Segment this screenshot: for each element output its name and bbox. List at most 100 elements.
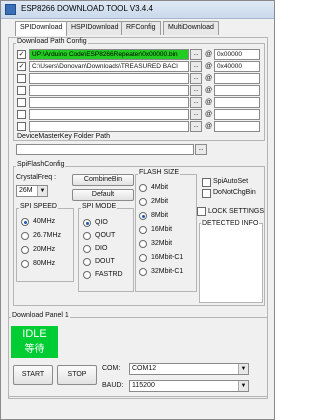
path-row-field[interactable] (29, 121, 189, 132)
stop-button[interactable]: STOP (57, 365, 97, 385)
path-row-browse-button[interactable]: ... (190, 121, 202, 132)
combine-bin-button[interactable]: CombineBin (72, 174, 134, 186)
flash-size-radio[interactable] (139, 268, 147, 276)
tab-spidownload[interactable]: SPIDownload (15, 21, 68, 36)
com-select[interactable]: COM12 ▼ (129, 363, 249, 375)
tab-hspidownload[interactable]: HSPIDownload (66, 21, 124, 35)
spi-mode-radio[interactable] (83, 232, 91, 240)
path-row-checkbox[interactable] (17, 86, 26, 95)
spi-speed-radio[interactable] (21, 260, 29, 268)
spiflash-label: SpiFlashConfig (16, 161, 66, 168)
path-row-address[interactable] (214, 97, 260, 108)
window-title: ESP8266 DOWNLOAD TOOL V3.4.4 (21, 4, 153, 13)
lock-settings-label: LOCK SETTINGS (208, 208, 265, 215)
path-row-browse-button[interactable]: ... (190, 109, 202, 120)
do-not-chg-bin-checkbox[interactable] (202, 189, 211, 198)
flash-size-radio[interactable] (139, 254, 147, 262)
path-row-browse-button[interactable]: ... (190, 97, 202, 108)
spi-mode-radio[interactable] (83, 271, 91, 279)
path-row-address[interactable] (214, 121, 260, 132)
tab-rfconfig[interactable]: RFConfig (121, 21, 161, 35)
spi-mode-radio[interactable] (83, 258, 91, 266)
chevron-down-icon: ▼ (37, 186, 47, 196)
spi-speed-option-label: 80MHz (33, 260, 56, 267)
at-symbol: @ (205, 123, 213, 130)
flash-size-radio[interactable] (139, 212, 147, 220)
spi-mode-option-label: DIO (95, 245, 108, 252)
chevron-down-icon: ▼ (238, 364, 248, 374)
path-row-checkbox[interactable] (17, 98, 26, 107)
flash-size-option-label: 8Mbit (151, 212, 169, 219)
path-row-checkbox[interactable]: ✓ (17, 50, 26, 59)
master-key-label: DeviceMasterKey Folder Path (16, 133, 111, 140)
master-key-field[interactable] (16, 144, 194, 155)
path-row-address[interactable]: 0x40000 (214, 61, 260, 72)
spi-speed-radio[interactable] (21, 246, 29, 254)
status-subtext: 等待 (24, 344, 45, 355)
flash-size-option-label: 32Mbit-C1 (151, 268, 184, 275)
path-row-address[interactable] (214, 73, 260, 84)
path-row-checkbox[interactable]: ✓ (17, 62, 26, 71)
spi-mode-option-label: DOUT (95, 258, 115, 265)
path-row-checkbox[interactable] (17, 122, 26, 131)
spi-mode-option-label: FASTRD (95, 271, 123, 278)
path-row-field[interactable] (29, 85, 189, 96)
spi-mode-option-label: QIO (95, 219, 108, 226)
path-row-browse-button[interactable]: ... (190, 61, 202, 72)
path-row-browse-button[interactable]: ... (190, 85, 202, 96)
path-row-checkbox[interactable] (17, 74, 26, 83)
baud-label: BAUD: (102, 382, 124, 389)
tab-multidownload[interactable]: MultiDownload (163, 21, 219, 35)
start-button[interactable]: START (13, 365, 53, 385)
baud-select[interactable]: 115200 ▼ (129, 380, 249, 392)
default-button[interactable]: Default (72, 189, 134, 201)
at-symbol: @ (205, 87, 213, 94)
spi-speed-option-label: 26.7MHz (33, 232, 62, 239)
crystal-freq-value: 26M (19, 187, 33, 194)
path-row-field[interactable]: C:\Users\Donovan\Downloads\TREASURED BAC… (29, 61, 189, 72)
crystal-freq-select[interactable]: 26M ▼ (16, 185, 48, 197)
flash-size-option-label: 16Mbit-C1 (151, 254, 184, 261)
at-symbol: @ (205, 111, 213, 118)
lock-settings-checkbox[interactable] (197, 207, 206, 216)
path-row-address[interactable]: 0x00000 (214, 49, 260, 60)
flash-size-option-label: 2Mbit (151, 198, 169, 205)
do-not-chg-bin-label: DoNotChgBin (213, 189, 256, 196)
spi-mode-label: SPI MODE (81, 203, 118, 210)
path-row-field[interactable] (29, 97, 189, 108)
chevron-down-icon: ▼ (238, 381, 248, 391)
flash-size-radio[interactable] (139, 184, 147, 192)
title-bar: ESP8266 DOWNLOAD TOOL V3.4.4 (1, 1, 274, 19)
baud-value: 115200 (132, 382, 155, 389)
flash-size-radio[interactable] (139, 240, 147, 248)
path-row-field[interactable] (29, 109, 189, 120)
spi-speed-option-label: 40MHz (33, 218, 56, 225)
path-row-field[interactable] (29, 73, 189, 84)
com-value: COM12 (132, 365, 157, 372)
detected-info-box (199, 223, 263, 303)
download-path-label: Download Path Config (16, 38, 88, 45)
download-tool-window: ESP8266 DOWNLOAD TOOL V3.4.4 SPIDownload… (0, 0, 275, 420)
flash-size-radio[interactable] (139, 198, 147, 206)
spi-autoset-label: SpiAutoSet (213, 178, 249, 185)
download-panel-label: Download Panel 1 (11, 312, 70, 319)
spi-mode-radio[interactable] (83, 219, 91, 227)
spi-autoset-checkbox[interactable] (202, 178, 211, 187)
spi-speed-radio[interactable] (21, 232, 29, 240)
flash-size-label: FLASH SIZE (138, 169, 181, 176)
path-row-checkbox[interactable] (17, 110, 26, 119)
path-row-address[interactable] (214, 109, 260, 120)
path-row-browse-button[interactable]: ... (190, 73, 202, 84)
path-row-address[interactable] (214, 85, 260, 96)
spi-speed-radio[interactable] (21, 218, 29, 226)
master-key-browse-button[interactable]: ... (195, 144, 207, 155)
flash-size-option-label: 4Mbit (151, 184, 169, 191)
com-label: COM: (102, 365, 121, 372)
flash-size-option-label: 32Mbit (151, 240, 173, 247)
status-text: IDLE (22, 328, 47, 340)
flash-size-radio[interactable] (139, 226, 147, 234)
path-row-browse-button[interactable]: ... (190, 49, 202, 60)
path-row-field[interactable]: UP:\Arduino Code\ESP8266Repeater\0x00000… (29, 49, 189, 60)
spi-speed-label: SPI SPEED (19, 203, 58, 210)
spi-mode-radio[interactable] (83, 245, 91, 253)
